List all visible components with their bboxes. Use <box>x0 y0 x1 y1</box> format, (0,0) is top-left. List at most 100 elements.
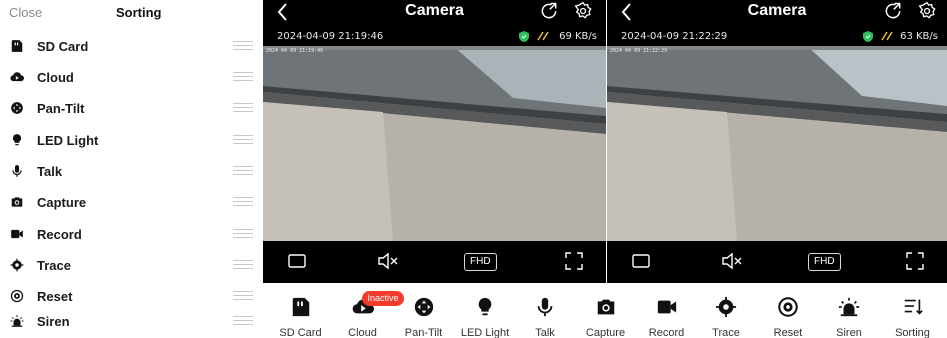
sorting-title: Sorting <box>116 5 162 20</box>
camera-icon <box>10 195 24 209</box>
quality-button[interactable]: FHD <box>464 253 497 271</box>
shield-icon <box>519 31 529 42</box>
camera-topbar: Camera <box>263 0 606 26</box>
cloud-icon <box>10 70 24 84</box>
drag-handle-icon[interactable] <box>233 291 253 300</box>
toolbar-talk-button[interactable]: Talk <box>519 283 571 338</box>
toolbar-reset-button[interactable]: Reset <box>762 283 814 338</box>
camera-icon <box>595 296 617 318</box>
drag-handle-icon[interactable] <box>233 135 253 144</box>
sort-item-label: Talk <box>37 164 63 179</box>
toolbar-label: Capture <box>585 327 626 338</box>
sort-item-siren[interactable]: Siren <box>0 306 263 337</box>
mute-icon[interactable] <box>721 252 743 270</box>
video-feed[interactable]: 2024 04 09 21:19:46 <box>263 46 606 241</box>
sort-item-capture[interactable]: Capture <box>0 187 263 218</box>
toolbar-label: Talk <box>535 327 555 338</box>
toolbar-sd-card-button[interactable]: SD Card <box>273 283 328 338</box>
siren-icon <box>838 296 860 318</box>
microphone-icon <box>10 164 24 178</box>
sd-card-icon <box>10 39 24 53</box>
stream-info-bar: 2024-04-09 21:19:46 69 KB/s <box>263 27 606 45</box>
gear-icon[interactable] <box>917 1 937 21</box>
drag-handle-icon[interactable] <box>233 166 253 175</box>
video-controls: FHD <box>607 241 947 283</box>
gear-icon[interactable] <box>573 1 593 21</box>
camera-pane-right: Camera 2024-04-09 21:22:29 63 KB/s 2024 … <box>607 0 947 283</box>
sort-item-label: Capture <box>37 195 87 210</box>
share-icon[interactable] <box>539 1 559 21</box>
stream-speed: 63 KB/s <box>900 31 938 42</box>
bottom-toolbar: SD Card Cloud Pan-Tilt LED Light Talk Ca… <box>263 283 947 338</box>
toolbar-label: SD Card <box>279 327 322 338</box>
sort-item-label: Record <box>37 227 82 242</box>
pan-tilt-icon <box>10 101 24 115</box>
sort-item-label: Trace <box>37 258 71 273</box>
video-osd-timestamp: 2024 04 09 21:19:46 <box>266 48 324 54</box>
toolbar-label: Reset <box>773 327 803 338</box>
single-view-icon[interactable] <box>288 254 306 268</box>
toolbar-label: Cloud <box>348 327 377 338</box>
sort-item-talk[interactable]: Talk <box>0 156 263 187</box>
led-light-icon <box>10 133 24 147</box>
drag-handle-icon[interactable] <box>233 41 253 50</box>
sorting-panel: Close Sorting SD Card Cloud Pan-Tilt LED… <box>0 0 263 338</box>
fullscreen-icon[interactable] <box>906 252 924 270</box>
sort-item-label: Siren <box>37 314 70 329</box>
mute-icon[interactable] <box>377 252 399 270</box>
speed-icon <box>881 31 893 41</box>
close-button[interactable]: Close <box>9 5 42 20</box>
toolbar-capture-button[interactable]: Capture <box>578 283 633 338</box>
toolbar-record-button[interactable]: Record <box>639 283 694 338</box>
sorting-header: Close Sorting <box>0 0 263 26</box>
toolbar-label: LED Light <box>460 327 510 338</box>
drag-handle-icon[interactable] <box>233 103 253 112</box>
camera-topbar: Camera <box>607 0 947 26</box>
trace-icon <box>715 296 737 318</box>
toolbar-label: Sorting <box>895 327 930 338</box>
stream-info-bar: 2024-04-09 21:22:29 63 KB/s <box>607 27 947 45</box>
video-feed[interactable]: 2024 04 09 21:22:29 <box>607 46 947 241</box>
video-frame <box>263 46 606 241</box>
pan-tilt-icon <box>413 296 435 318</box>
video-frame <box>607 46 947 241</box>
sort-item-pan-tilt[interactable]: Pan-Tilt <box>0 93 263 124</box>
siren-icon <box>10 314 24 328</box>
trace-icon <box>10 258 24 272</box>
cloud-inactive-badge: Inactive <box>362 291 404 306</box>
toolbar-siren-button[interactable]: Siren <box>823 283 875 338</box>
sd-card-icon <box>290 296 312 318</box>
drag-handle-icon[interactable] <box>233 260 253 269</box>
drag-handle-icon[interactable] <box>233 229 253 238</box>
reset-icon <box>777 296 799 318</box>
microphone-icon <box>534 296 556 318</box>
video-osd-timestamp: 2024 04 09 21:22:29 <box>610 48 668 54</box>
toolbar-trace-button[interactable]: Trace <box>700 283 752 338</box>
sort-item-label: LED Light <box>37 133 99 148</box>
sort-item-trace[interactable]: Trace <box>0 250 263 281</box>
toolbar-label: Siren <box>836 327 862 338</box>
fullscreen-icon[interactable] <box>565 252 583 270</box>
sort-item-led-light[interactable]: LED Light <box>0 125 263 156</box>
drag-handle-icon[interactable] <box>233 197 253 206</box>
single-view-icon[interactable] <box>632 254 650 268</box>
sort-item-label: SD Card <box>37 39 89 54</box>
toolbar-label: Record <box>648 327 685 338</box>
sort-item-cloud[interactable]: Cloud <box>0 62 263 93</box>
drag-handle-icon[interactable] <box>233 72 253 81</box>
drag-handle-icon[interactable] <box>233 316 253 325</box>
sort-item-label: Pan-Tilt <box>37 101 85 116</box>
toolbar-label: Trace <box>712 327 740 338</box>
toolbar-pan-tilt-button[interactable]: Pan-Tilt <box>396 283 451 338</box>
reset-icon <box>10 289 24 303</box>
toolbar-led-light-button[interactable]: LED Light <box>456 283 514 338</box>
video-controls: FHD <box>263 241 606 283</box>
video-record-icon <box>10 227 24 241</box>
quality-button[interactable]: FHD <box>808 253 841 271</box>
toolbar-sorting-button[interactable]: Sorting <box>885 283 940 338</box>
share-icon[interactable] <box>883 1 903 21</box>
sort-item-record[interactable]: Record <box>0 219 263 250</box>
toolbar-label: Pan-Tilt <box>404 327 443 338</box>
sort-item-sd-card[interactable]: SD Card <box>0 31 263 62</box>
camera-pane-left: Camera 2024-04-09 21:19:46 69 KB/s 2024 … <box>263 0 606 283</box>
